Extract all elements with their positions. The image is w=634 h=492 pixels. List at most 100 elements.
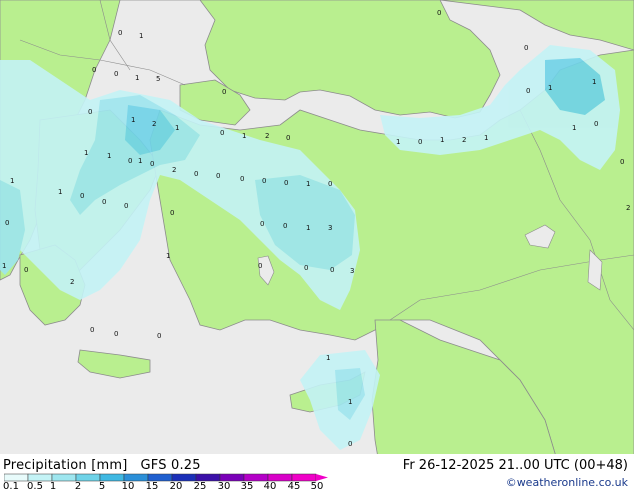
precip-value: 0 [284, 179, 288, 187]
precip-value: 3 [350, 267, 354, 275]
precip-value: 2 [70, 278, 74, 286]
scale-color-swatch [243, 473, 269, 482]
scale-color-swatch [123, 473, 149, 482]
precip-value: 1 [572, 124, 576, 132]
precip-value: 1 [326, 354, 330, 362]
model-label: GFS 0.25 [140, 458, 201, 473]
precip-value: 1 [10, 177, 14, 185]
scale-tick-label: 30 [217, 481, 231, 492]
precip-value: 0 [216, 172, 220, 180]
precip-value: 1 [484, 134, 488, 142]
scale-tick-label: 45 [287, 481, 301, 492]
precip-value: 1 [84, 149, 88, 157]
precip-value: 1 [107, 152, 111, 160]
precip-value: 1 [306, 224, 310, 232]
precip-value: 0 [128, 157, 132, 165]
precip-value: 0 [418, 138, 422, 146]
precip-value: 0 [194, 170, 198, 178]
precip-value: 0 [526, 87, 530, 95]
precip-value: 1 [138, 157, 142, 165]
scale-color-swatch [291, 473, 317, 482]
scale-color-swatch [267, 473, 293, 482]
precip-value: 0 [620, 158, 624, 166]
scale-color-swatch [219, 473, 245, 482]
precip-value: 1 [348, 398, 352, 406]
credit-link[interactable]: ©weatheronline.co.uk [506, 476, 628, 489]
scale-color-swatch [147, 473, 173, 482]
precip-value: 1 [139, 32, 143, 40]
precip-value: 0 [222, 88, 226, 96]
precip-value: 1 [131, 116, 135, 124]
precip-value: 0 [114, 70, 118, 78]
precip-value: 1 [440, 136, 444, 144]
precip-value: 1 [306, 180, 310, 188]
precip-value: 0 [80, 192, 84, 200]
scale-tick-label: 50 [310, 481, 324, 492]
scale-tick-label: 40 [263, 481, 277, 492]
precip-value: 0 [124, 202, 128, 210]
precip-value: 2 [152, 120, 156, 128]
precip-value: 1 [548, 84, 552, 92]
precip-value: 0 [102, 198, 106, 206]
map-title: Precipitation [mm] GFS 0.25 [3, 458, 201, 473]
precip-value: 0 [24, 266, 28, 274]
precip-value: 0 [328, 180, 332, 188]
scale-color-swatch [4, 473, 29, 482]
precip-value: 5 [156, 75, 160, 83]
scale-overflow-arrow [316, 474, 328, 481]
product-label: Precipitation [mm] [3, 458, 128, 473]
precip-value: 1 [135, 74, 139, 82]
precip-value: 0 [594, 120, 598, 128]
precip-value: 0 [157, 332, 161, 340]
precip-value: 0 [150, 160, 154, 168]
precip-value: 0 [258, 262, 262, 270]
scale-tick-label: 25 [193, 481, 207, 492]
precip-value: 0 [92, 66, 96, 74]
precip-value: 0 [524, 44, 528, 52]
precip-value: 1 [396, 138, 400, 146]
precip-value: 0 [118, 29, 122, 37]
precip-value: 0 [304, 264, 308, 272]
precip-value: 0 [5, 219, 9, 227]
precipitation-map: 0 0 1 0 0 0 1 5 1 0 0 1 1 2 0 1 0 1 2 0 … [0, 0, 634, 470]
scale-color-swatch [75, 473, 101, 482]
scale-tick-label: 15 [145, 481, 159, 492]
scale-color-swatch [171, 473, 197, 482]
precip-value: 0 [114, 330, 118, 338]
precip-value: 0 [262, 177, 266, 185]
precip-value: 1 [175, 124, 179, 132]
precip-value: 0 [88, 108, 92, 116]
precip-value: 0 [90, 326, 94, 334]
precip-value: 2 [626, 204, 630, 212]
scale-tick-label: 2 [74, 481, 82, 492]
precip-value: 0 [330, 266, 334, 274]
precip-value: 1 [592, 78, 596, 86]
precip-value: 1 [2, 262, 6, 270]
scale-tick-label: 20 [169, 481, 183, 492]
precip-value: 0 [240, 175, 244, 183]
scale-color-swatch [27, 473, 53, 482]
precip-value: 2 [462, 136, 466, 144]
scale-color-swatch [51, 473, 77, 482]
precip-value: 0 [437, 9, 441, 17]
precip-value: 0 [348, 440, 352, 448]
scale-color-swatch [99, 473, 125, 482]
precip-value: 1 [166, 252, 170, 260]
precip-value: 0 [220, 129, 224, 137]
valid-time: Fr 26-12-2025 21..00 UTC (00+48) [402, 458, 628, 473]
precip-value: 3 [328, 224, 332, 232]
precip-value: 1 [58, 188, 62, 196]
scale-tick-label: 5 [98, 481, 106, 492]
precip-value: 2 [265, 132, 269, 140]
precip-value: 0 [260, 220, 264, 228]
scale-color-swatch [195, 473, 221, 482]
scale-tick-label: 0.5 [27, 481, 43, 492]
scale-tick-label: 0.1 [3, 481, 19, 492]
precip-value: 0 [286, 134, 290, 142]
precip-value: 2 [172, 166, 176, 174]
scale-tick-label: 1 [49, 481, 57, 492]
scale-tick-label: 10 [121, 481, 135, 492]
precip-value: 1 [242, 132, 246, 140]
precip-value: 0 [170, 209, 174, 217]
scale-tick-label: 35 [240, 481, 254, 492]
